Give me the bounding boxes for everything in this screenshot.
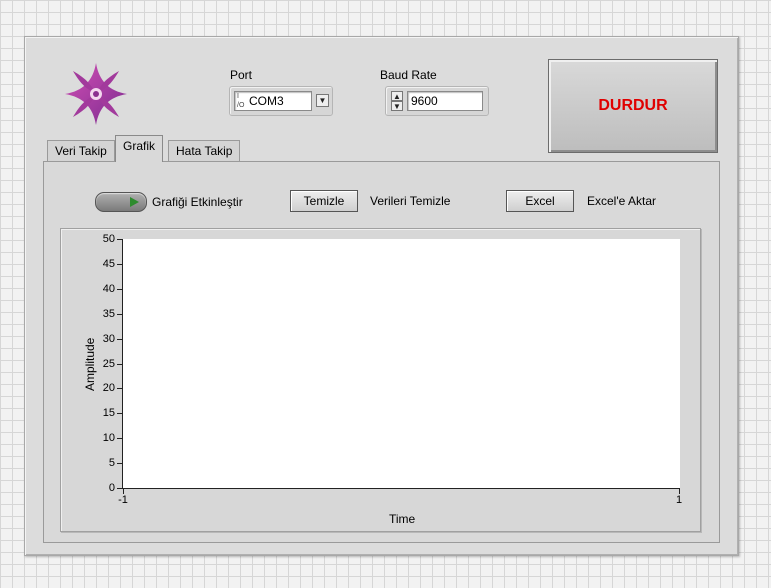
y-tick-label: 15: [102, 407, 115, 419]
port-input[interactable]: I/O COM3: [234, 91, 312, 111]
x-tick-label-min: -1: [118, 494, 128, 506]
port-control[interactable]: I/O COM3 ▼: [229, 86, 333, 116]
port-value: COM3: [249, 94, 284, 108]
logo-icon: [65, 63, 127, 125]
led-indicator-icon: [130, 197, 139, 207]
baud-increment-button[interactable]: ▲: [391, 91, 403, 101]
baud-rate-input[interactable]: 9600: [407, 91, 483, 111]
y-tick-label: 35: [102, 308, 115, 320]
baud-decrement-button[interactable]: ▼: [391, 101, 403, 111]
port-label: Port: [230, 68, 253, 82]
chevron-down-icon: ▼: [318, 96, 327, 105]
baud-rate-label: Baud Rate: [380, 68, 437, 82]
y-tick-mark: [117, 388, 123, 389]
y-tick-mark: [117, 364, 123, 365]
y-tick-label: 0: [108, 482, 115, 494]
y-axis-label: Amplitude: [83, 337, 97, 391]
y-tick-mark: [117, 463, 123, 464]
plot-area[interactable]: [123, 239, 680, 488]
chevron-up-icon: ▲: [393, 91, 401, 101]
y-tick-mark: [117, 339, 123, 340]
io-glyph-icon: I/O: [237, 93, 245, 109]
clear-caption: Verileri Temizle: [370, 194, 451, 208]
x-axis-label: Time: [389, 512, 416, 526]
y-tick-mark: [117, 289, 123, 290]
y-tick-label: 50: [102, 233, 115, 245]
y-tick-mark: [117, 264, 123, 265]
tab-veri-takip[interactable]: Veri Takip: [47, 140, 115, 162]
y-tick-label: 40: [102, 283, 115, 295]
clear-button[interactable]: Temizle: [290, 190, 358, 212]
graph-enable-label: Grafiği Etkinleştir: [152, 195, 243, 209]
y-tick-label: 5: [108, 457, 115, 469]
main-panel: Port I/O COM3 ▼ Baud Rate ▲ ▼ 9600 DURDU…: [24, 36, 739, 556]
port-dropdown-button[interactable]: ▼: [316, 94, 329, 107]
graph-enable-toggle[interactable]: [95, 192, 147, 212]
x-tick-label-max: 1: [675, 494, 683, 506]
y-tick-label: 45: [102, 258, 115, 270]
stop-button[interactable]: DURDUR: [548, 59, 718, 153]
waveform-chart: 0 5 10 15 20 25 30 35 40 45 50 -1 1 Time Amplitude: [60, 228, 701, 532]
chevron-down-icon: ▼: [393, 101, 401, 111]
y-tick-mark: [117, 413, 123, 414]
tab-grafik[interactable]: Grafik: [115, 135, 164, 162]
tab-hata-takip[interactable]: Hata Takip: [168, 140, 241, 162]
x-axis-line: [123, 488, 680, 489]
grafik-tab-panel: Grafiği Etkinleştir Temizle Verileri Tem…: [43, 161, 720, 543]
y-tick-mark: [117, 438, 123, 439]
excel-caption: Excel'e Aktar: [587, 194, 656, 208]
y-tick-mark: [117, 314, 123, 315]
y-tick-mark: [117, 239, 123, 240]
baud-rate-control[interactable]: ▲ ▼ 9600: [385, 86, 489, 116]
excel-button[interactable]: Excel: [506, 190, 574, 212]
y-tick-label: 10: [102, 432, 115, 444]
